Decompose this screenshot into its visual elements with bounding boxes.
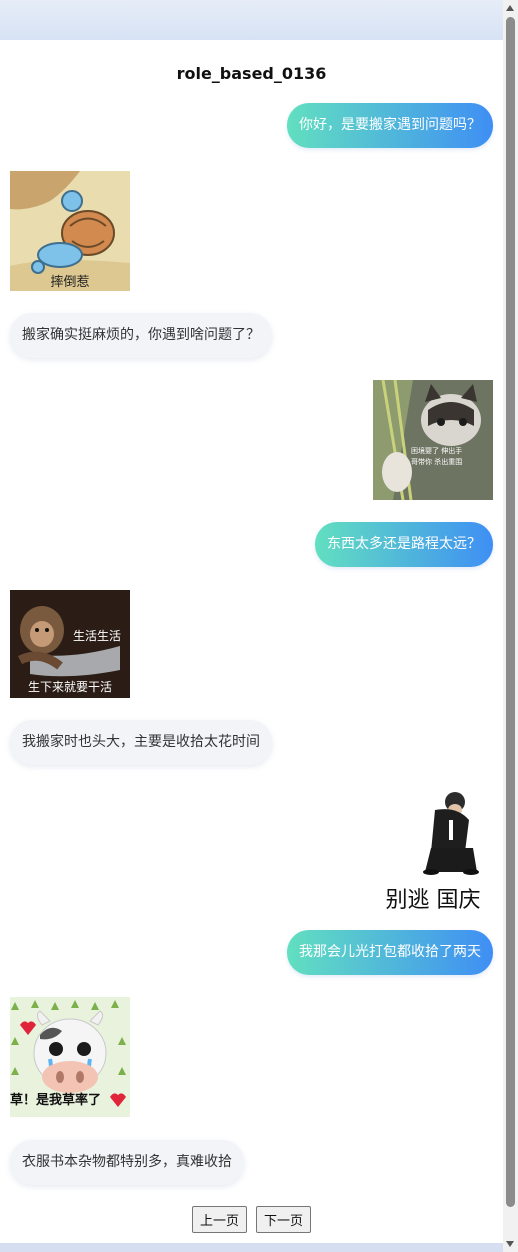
message-bubble-right: 我那会儿光打包都收拾了两天 <box>287 930 493 975</box>
crying-cow-sticker: 草！是我草率了 <box>10 997 130 1117</box>
sticker-caption-line: 哥带你 杀出重围 <box>411 458 463 466</box>
sticker-caption-line: 困境婴了 伸出手 <box>411 447 463 455</box>
squirtle-fallen-sticker: 摔倒惹 <box>10 171 130 291</box>
vertical-scrollbar[interactable] <box>503 0 518 1252</box>
cat-paw-sticker: 困境婴了 伸出手 哥带你 杀出重围 <box>373 380 493 500</box>
page-title: role_based_0136 <box>176 64 327 83</box>
message-bubble-left: 搬家确实挺麻烦的，你遇到啥问题了？ <box>10 313 272 358</box>
chat-panel: role_based_0136 你好，是要搬家遇到问题吗？ 摔倒惹 搬家确实挺麻… <box>0 40 503 1243</box>
prev-page-button[interactable]: 上一页 <box>191 1206 247 1233</box>
bottom-band <box>0 1243 503 1252</box>
top-band <box>0 0 503 40</box>
message-bubble-left: 衣服书本杂物都特别多，真难收拾 <box>10 1140 244 1185</box>
message-bubble-left: 我搬家时也头大，主要是收拾太花时间 <box>10 720 272 765</box>
message-bubble-right: 你好，是要搬家遇到问题吗？ <box>287 103 493 148</box>
scroll-down-arrow-icon[interactable] <box>506 1241 514 1247</box>
sticker-caption: 摔倒惹 <box>50 275 90 290</box>
monkey-working-sticker: 生活生活 生下来就要干活 <box>10 590 130 698</box>
sticker-caption: 草！是我草率了 <box>10 1093 102 1108</box>
kneeling-man-sticker: 别逃 国庆 <box>373 790 493 910</box>
sticker-caption: 生下来就要干活 <box>27 680 112 694</box>
scrollbar-thumb[interactable] <box>506 17 515 1207</box>
sticker-caption-top: 生活生活 <box>72 629 121 643</box>
next-page-button[interactable]: 下一页 <box>256 1206 312 1233</box>
pagination: 上一页 下一页 <box>0 1206 503 1233</box>
sticker-caption: 别逃 国庆 <box>385 888 481 910</box>
scroll-up-arrow-icon[interactable] <box>506 5 514 11</box>
message-bubble-right: 东西太多还是路程太远？ <box>315 522 493 567</box>
